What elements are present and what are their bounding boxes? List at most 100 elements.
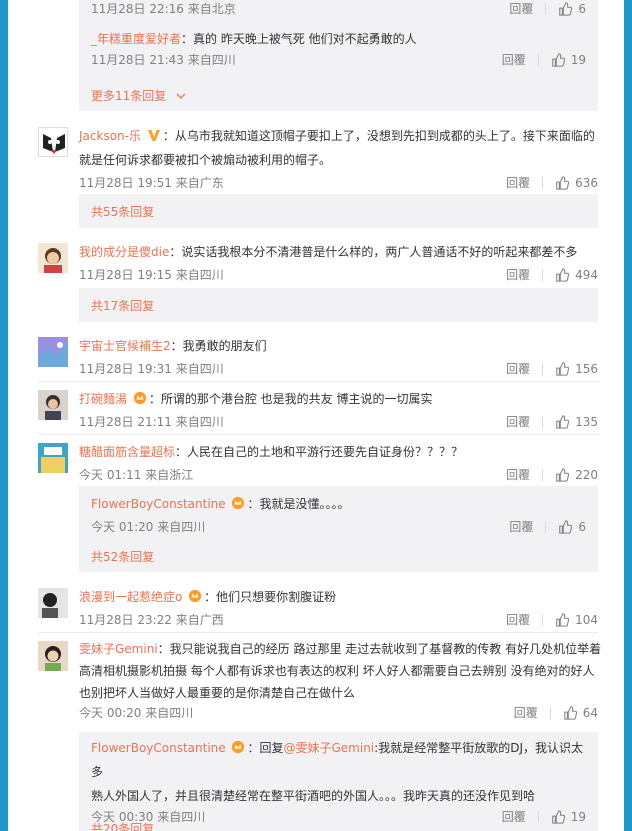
thumb-up-icon	[555, 362, 569, 376]
more-replies-link[interactable]: 共52条回复	[91, 548, 154, 565]
reply-button[interactable]: 回覆	[506, 360, 530, 377]
comment-username[interactable]: 我的成分是傻die	[79, 245, 169, 259]
like-count: 64	[582, 705, 598, 720]
like-button[interactable]: 104	[555, 613, 598, 627]
like-count: 6	[578, 1, 586, 16]
comment-time: 11月28日 21:11 来自四川	[79, 415, 224, 429]
like-count: 6	[578, 519, 586, 534]
avatar[interactable]	[38, 390, 68, 420]
thumb-up-icon	[563, 706, 577, 720]
thumb-up-icon	[555, 176, 569, 190]
reply-text: ：真的 昨天晚上被气死 他们对不起勇敢的人	[181, 32, 417, 46]
like-button[interactable]: 135	[555, 415, 598, 429]
comment-username[interactable]: 浪漫到一起惹绝症o	[79, 590, 182, 604]
like-button[interactable]: 494	[555, 268, 598, 282]
comment-username[interactable]: Jackson-乐	[79, 129, 141, 143]
reply-button[interactable]: 回覆	[514, 704, 538, 721]
comment-time: 11月28日 19:51 来自广东	[79, 176, 224, 190]
thumb-up-icon	[558, 520, 572, 534]
avatar[interactable]	[38, 243, 68, 273]
comment-item: 雯妹子Gemini：我只能说我自己的经历 路过那里 走过去就收到了基督教的传教 …	[38, 638, 601, 831]
more-replies-link[interactable]: 更多11条回复	[91, 87, 186, 104]
like-count: 104	[575, 612, 598, 627]
reply-item: _年糕重度爱好者：真的 昨天晚上被气死 他们对不起勇敢的人 11月28日 21:…	[91, 30, 586, 69]
reply-button[interactable]: 回覆	[506, 413, 530, 430]
comment-text: 就是任何诉求都要被扣个被煽动被利用的帽子。	[79, 153, 332, 167]
reply-time: 11月28日 21:43 来自四川	[91, 53, 236, 67]
comment-username[interactable]: 打碗麵湯	[79, 392, 127, 406]
reply-username[interactable]: FlowerBoyConstantine	[91, 741, 226, 755]
reply-text: ：我就是没懂。。。。	[247, 497, 350, 511]
comment-time: 11月28日 19:31 来自四川	[79, 362, 224, 376]
like-button[interactable]: 6	[558, 2, 586, 16]
more-replies-link[interactable]: 共17条回复	[91, 297, 154, 314]
reply-button[interactable]: 回覆	[506, 466, 530, 483]
reply-button[interactable]: 回覆	[506, 611, 530, 628]
like-button[interactable]: 220	[555, 468, 598, 482]
avatar[interactable]	[38, 127, 68, 157]
comment-item: 打碗麵湯 ：所谓的那个港台腔 也是我的共友 博主说的一切属实 11月28日 21…	[38, 387, 598, 431]
like-button[interactable]: 19	[551, 810, 586, 824]
comment-username[interactable]: 糖醋面筋含量超标	[79, 445, 175, 459]
avatar[interactable]	[38, 337, 68, 367]
thumb-up-icon	[555, 468, 569, 482]
comment-time: 今天 01:11 来自浙江	[79, 468, 194, 482]
thumb-up-icon	[558, 2, 572, 16]
comment-time: 今天 00:20 来自四川	[79, 706, 194, 720]
more-replies-link[interactable]: 共55条回复	[91, 203, 154, 220]
reply-time: 11月28日 22:16 来自北京	[91, 2, 236, 16]
reply-username[interactable]: _年糕重度爱好者	[91, 32, 181, 46]
reply-button[interactable]: 回覆	[509, 518, 533, 535]
comment-time: 11月28日 23:22 来自广西	[79, 613, 224, 627]
more-replies-link[interactable]: 共20条回复	[91, 820, 154, 831]
comment-time: 11月28日 19:15 来自四川	[79, 268, 224, 282]
crown-badge-icon	[231, 496, 245, 510]
reply-button[interactable]: 回覆	[509, 0, 533, 17]
like-count: 156	[575, 361, 598, 376]
verified-v-icon	[147, 130, 160, 141]
comment-text: ：说实话我根本分不清港普是什么样的，两广人普通话不好的听起来都差不多	[169, 245, 578, 259]
reply-button[interactable]: 回覆	[506, 174, 530, 191]
like-button[interactable]: 636	[555, 176, 598, 190]
reply-button[interactable]: 回覆	[502, 51, 526, 68]
like-button[interactable]: 64	[563, 706, 598, 720]
like-button[interactable]: 6	[558, 520, 586, 534]
comment-item: 我的成分是傻die：说实话我根本分不清港普是什么样的，两广人普通话不好的听起来都…	[38, 240, 598, 330]
reply-item: FlowerBoyConstantine ：回复@雯妹子Gemini:我就是经常…	[91, 740, 586, 825]
like-count: 220	[575, 467, 598, 482]
like-count: 636	[575, 175, 598, 190]
comment-text: ：从乌市我就知道这顶帽子要扣上了，没想到先扣到成都的头上了。接下来面临的	[162, 129, 595, 143]
comment-item: 浪漫到一起惹绝症o ：他们只想要你割腹证粉 11月28日 23:22 来自广西 …	[38, 585, 598, 629]
like-button[interactable]: 19	[551, 53, 586, 67]
avatar[interactable]	[38, 641, 68, 671]
comment-panel: 11月28日 22:16 来自北京 回覆 6 _年糕重度爱好者：真的 昨天晚上被…	[8, 0, 624, 831]
reply-button[interactable]: 回覆	[502, 808, 526, 825]
crown-badge-icon	[133, 391, 147, 405]
comment-username[interactable]: 宇宙士官候補生2	[79, 339, 171, 353]
crown-badge-icon	[188, 589, 202, 603]
comment-text: 高清相机摄影机拍摄 每个人都有诉求也有表达的权利 坏人好人都需要自己去辨别 没有…	[79, 664, 595, 678]
reply-time: 今天 01:20 来自四川	[91, 520, 206, 534]
crown-badge-icon	[231, 740, 245, 754]
thumb-up-icon	[555, 268, 569, 282]
like-count: 494	[575, 267, 598, 282]
reply-item: 11月28日 22:16 来自北京 回覆 6	[91, 0, 586, 18]
comment-username[interactable]: 雯妹子Gemini	[79, 642, 158, 656]
comment-item: 糖醋面筋含量超标：人民在自己的土地和平游行还要先自证身份？？？？ 今天 01:1…	[38, 440, 598, 578]
avatar[interactable]	[38, 588, 68, 618]
reply-text: 熟人外国人了，并且很清楚经常在整平街酒吧的外国人。。。我昨天真的还没作见到哈	[91, 789, 536, 803]
comment-item: Jackson-乐 ：从乌市我就知道这顶帽子要扣上了，没想到先扣到成都的头上了。…	[38, 124, 598, 234]
reply-item: FlowerBoyConstantine ：我就是没懂。。。。 今天 01:20…	[91, 492, 586, 536]
comment-text: ：人民在自己的土地和平游行还要先自证身份？？？？	[175, 445, 464, 459]
comment-text: ：他们只想要你割腹证粉	[204, 590, 337, 604]
reply-username[interactable]: FlowerBoyConstantine	[91, 497, 226, 511]
reply-box: FlowerBoyConstantine ：回复@雯妹子Gemini:我就是经常…	[79, 732, 598, 831]
like-button[interactable]: 156	[555, 362, 598, 376]
avatar[interactable]	[38, 443, 68, 473]
mention-link[interactable]: @雯妹子Gemini	[284, 741, 375, 755]
reply-button[interactable]: 回覆	[506, 266, 530, 283]
reply-box: 共55条回复	[79, 194, 598, 228]
reply-box: FlowerBoyConstantine ：我就是没懂。。。。 今天 01:20…	[79, 486, 598, 572]
thumb-up-icon	[555, 613, 569, 627]
reply-box: 共17条回复	[79, 288, 598, 322]
